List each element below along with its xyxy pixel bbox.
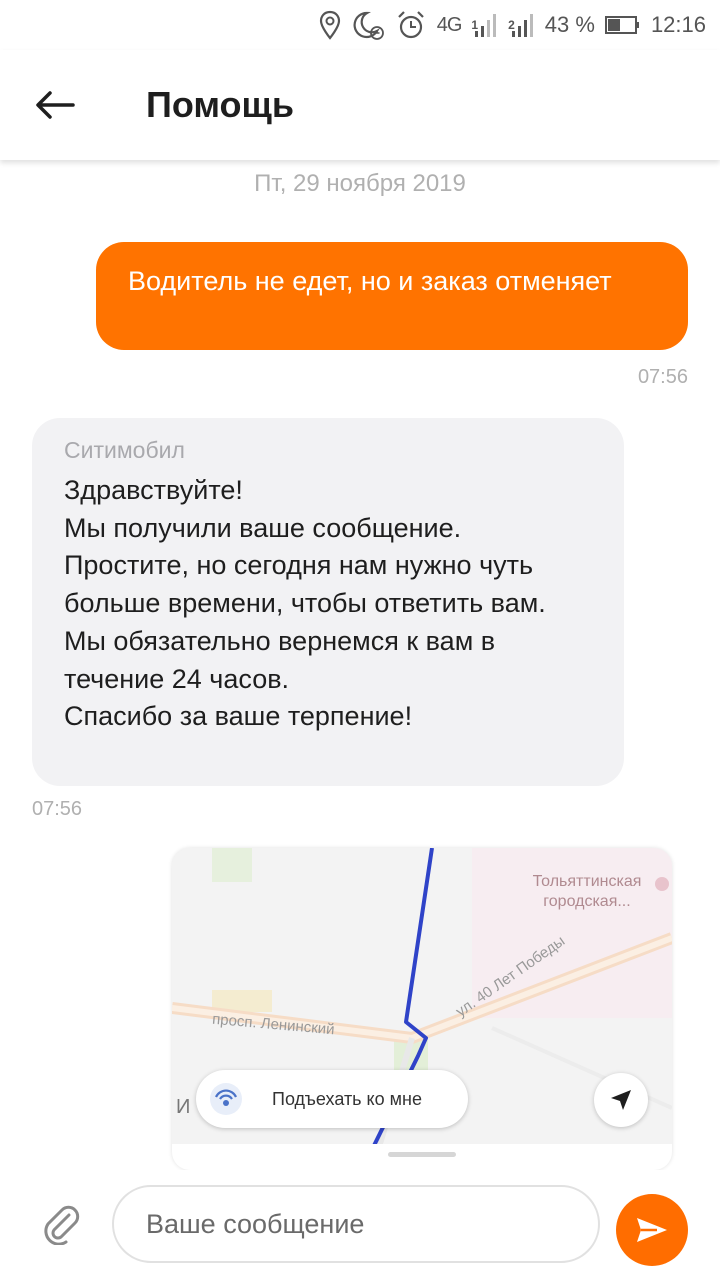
outgoing-message-bubble[interactable]: Водитель не едет, но и заказ отменяет (96, 242, 688, 350)
back-button[interactable] (0, 50, 110, 160)
location-icon (319, 10, 341, 40)
sheet-drag-handle[interactable] (388, 1152, 456, 1157)
arrow-left-icon (36, 91, 75, 119)
paperclip-icon (44, 1205, 80, 1245)
incoming-message-text: Здравствуйте! Мы получили ваше сообщение… (64, 475, 546, 732)
send-button[interactable] (616, 1194, 688, 1266)
page-title: Помощь (146, 84, 295, 125)
pickup-here-button[interactable]: Подъехать ко мне (196, 1070, 468, 1128)
battery-icon (604, 15, 641, 35)
outgoing-message-time: 07:56 (637, 366, 688, 388)
network-type: 4G (436, 13, 463, 36)
radar-pin-icon (206, 1079, 246, 1119)
pickup-here-label: Подъехать ко мне (272, 1088, 422, 1109)
message-sender: Ситимобил (64, 437, 185, 463)
navigation-arrow-icon (611, 1090, 631, 1110)
my-location-button[interactable] (594, 1073, 648, 1127)
outgoing-message-text: Водитель не едет, но и заказ отменяет (128, 266, 612, 296)
send-arrow-icon (637, 1218, 667, 1242)
incoming-message-time: 07:56 (32, 798, 83, 820)
map-bottom-sheet (172, 1144, 672, 1170)
incoming-message-bubble[interactable]: Ситимобил Здравствуйте! Мы получили ваше… (32, 418, 624, 786)
map-place-label: Тольяттинская городская... (532, 873, 642, 910)
map-attribution: И (176, 1096, 191, 1118)
signal-icon: 2 (508, 11, 535, 39)
attach-button[interactable] (36, 1198, 86, 1248)
signal-icon: 1 (471, 11, 498, 39)
message-composer (0, 1170, 720, 1280)
status-bar: 4G 1 2 43 % 12:16 (0, 0, 720, 50)
app-header: Помощь (0, 50, 720, 160)
message-input[interactable] (112, 1185, 600, 1263)
status-time: 12:16 (650, 12, 706, 37)
battery-percent: 43 % (544, 12, 595, 37)
date-separator: Пт, 29 ноября 2019 (254, 170, 466, 197)
alarm-clock-icon (395, 9, 427, 41)
map-preview-card[interactable]: Тольяттинская городская... просп. Ленинс… (172, 848, 672, 1170)
do-not-disturb-moon-icon (351, 9, 385, 41)
